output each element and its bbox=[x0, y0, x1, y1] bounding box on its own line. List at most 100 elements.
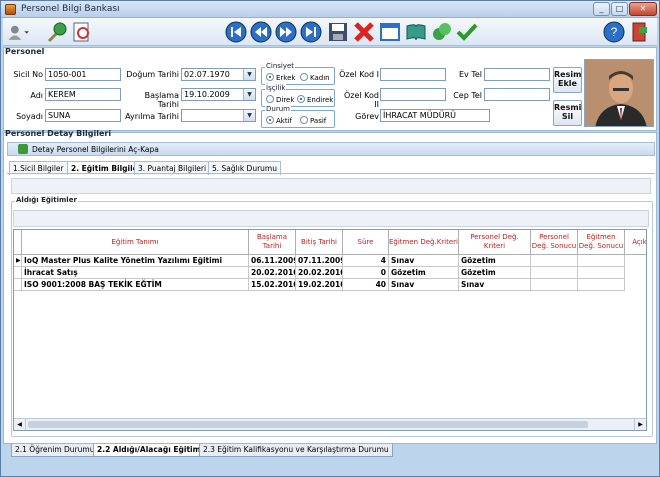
table-cell[interactable]: Sınav bbox=[389, 255, 459, 267]
row-indicator-header bbox=[14, 230, 22, 255]
exit-icon[interactable] bbox=[629, 21, 651, 43]
last-record-icon[interactable] bbox=[300, 21, 322, 43]
table-cell[interactable] bbox=[578, 267, 625, 279]
pasif-label: Pasif bbox=[310, 117, 327, 125]
next-record-icon[interactable] bbox=[275, 21, 297, 43]
table-cell[interactable]: 4 bbox=[343, 255, 389, 267]
search-user-icon[interactable] bbox=[47, 21, 69, 43]
aktif-radio[interactable]: Aktif bbox=[266, 116, 292, 125]
kadin-label: Kadın bbox=[310, 74, 330, 82]
personnel-photo bbox=[584, 59, 654, 127]
cep-tel-label: Cep Tel bbox=[453, 91, 482, 100]
first-record-icon[interactable] bbox=[225, 21, 247, 43]
tab-divider bbox=[7, 173, 655, 174]
cep-tel-field[interactable] bbox=[484, 88, 550, 101]
table-cell[interactable]: 06.11.2009 bbox=[249, 255, 296, 267]
user-menu-icon[interactable] bbox=[7, 21, 35, 43]
adi-field[interactable]: KEREM bbox=[45, 88, 121, 101]
kadin-radio[interactable]: Kadın bbox=[300, 73, 330, 82]
previous-record-icon[interactable] bbox=[250, 21, 272, 43]
delete-icon[interactable] bbox=[353, 21, 375, 43]
table-cell[interactable]: Gözetim bbox=[459, 267, 531, 279]
radio-icon bbox=[300, 116, 308, 124]
direk-radio[interactable]: Direk bbox=[266, 95, 294, 104]
baslama-date-picker[interactable]: 19.10.2009 ▼ bbox=[181, 88, 256, 101]
cinsiyet-legend: Cinsiyet bbox=[265, 62, 296, 70]
table-cell[interactable]: Sınav bbox=[459, 279, 531, 291]
radio-checked-icon bbox=[266, 116, 274, 124]
gorev-field[interactable]: İHRACAT MÜDÜRÜ bbox=[380, 109, 490, 122]
col-header-bitis[interactable]: Bitiş Tarihi bbox=[296, 230, 343, 255]
maximize-button[interactable]: □ bbox=[611, 2, 628, 16]
pasif-radio[interactable]: Pasif bbox=[300, 116, 326, 125]
table-cell[interactable]: 15.02.2010 bbox=[249, 279, 296, 291]
table-cell[interactable]: Gözetim bbox=[459, 255, 531, 267]
ev-tel-field[interactable] bbox=[484, 68, 550, 81]
book-icon[interactable] bbox=[405, 21, 427, 43]
check-icon[interactable] bbox=[456, 21, 478, 43]
table-cell[interactable]: Gözetim bbox=[389, 267, 459, 279]
minimize-button[interactable]: _ bbox=[593, 2, 610, 16]
chevron-down-icon[interactable]: ▼ bbox=[243, 110, 255, 121]
table-cell[interactable]: İhracat Satış bbox=[22, 267, 249, 279]
scroll-right-icon[interactable]: ▶ bbox=[634, 419, 646, 430]
table-cell[interactable]: 0 bbox=[343, 267, 389, 279]
ayrilma-date-picker[interactable]: ▼ bbox=[181, 109, 256, 122]
scrollbar-thumb[interactable] bbox=[28, 421, 588, 428]
col-header-aciklama[interactable]: Açık bbox=[625, 230, 646, 255]
chevron-down-icon[interactable]: ▼ bbox=[243, 89, 255, 100]
horizontal-scrollbar[interactable]: ◀ ▶ bbox=[14, 418, 646, 430]
col-header-egitmen-sonuc[interactable]: Eğitmen Değ. Sonucu bbox=[578, 230, 625, 255]
endirek-radio[interactable]: Endirek bbox=[297, 95, 333, 104]
table-cell[interactable]: 40 bbox=[343, 279, 389, 291]
radio-icon bbox=[266, 95, 274, 103]
tab-aldigi-egitimler[interactable]: 2.2 Aldığı/Alacağı Eğitimler bbox=[93, 444, 216, 457]
refresh-icon[interactable] bbox=[431, 21, 453, 43]
ozel-kod-1-field[interactable] bbox=[380, 68, 446, 81]
table-cell[interactable] bbox=[578, 279, 625, 291]
ozel-kod-1-label: Özel Kod I bbox=[339, 70, 379, 79]
scroll-left-icon[interactable]: ◀ bbox=[14, 419, 26, 430]
resim-ekle-button[interactable]: Resim Ekle bbox=[553, 67, 582, 93]
radio-checked-icon bbox=[266, 73, 274, 81]
tab-kalifikasyon[interactable]: 2.3 Eğitim Kalifikasyonu ve Karşılaştırm… bbox=[199, 444, 393, 457]
table-cell[interactable]: IoQ Master Plus Kalite Yönetim Yazılımı … bbox=[22, 255, 249, 267]
personel-section-title: Personel bbox=[5, 47, 45, 56]
tab-ogrenim[interactable]: 2.1 Öğrenim Durumu bbox=[11, 444, 99, 457]
col-header-egitmen-kriter[interactable]: Eğitmen Değ.Kriteri bbox=[389, 230, 459, 255]
col-header-sure[interactable]: Süre bbox=[343, 230, 389, 255]
table-cell[interactable] bbox=[578, 255, 625, 267]
soyadi-field[interactable]: SUNA bbox=[45, 109, 121, 122]
help-icon[interactable]: ? bbox=[603, 21, 625, 43]
table-cell[interactable]: 20.02.2010 bbox=[296, 267, 343, 279]
chevron-down-icon[interactable]: ▼ bbox=[243, 69, 255, 80]
table-cell[interactable]: 07.11.2009 bbox=[296, 255, 343, 267]
close-button[interactable]: ✕ bbox=[629, 2, 657, 16]
erkek-label: Erkek bbox=[276, 74, 296, 82]
report-search-icon[interactable] bbox=[71, 21, 93, 43]
col-header-personel-sonuc[interactable]: Personel Değ. Sonucu bbox=[531, 230, 578, 255]
sicil-label: Sicil No bbox=[13, 70, 43, 79]
table-cell[interactable]: 19.02.2010 bbox=[296, 279, 343, 291]
sicil-field[interactable]: 1050-001 bbox=[45, 68, 121, 81]
dogum-date-picker[interactable]: 02.07.1970 ▼ bbox=[181, 68, 256, 81]
ozel-kod-2-field[interactable] bbox=[380, 88, 446, 101]
toolbar: ? bbox=[3, 18, 657, 46]
current-row-icon: ▶ bbox=[14, 255, 22, 267]
table-cell[interactable] bbox=[531, 255, 578, 267]
detay-toggle-bar[interactable]: Detay Personel Bilgilerini Aç-Kapa bbox=[7, 142, 655, 156]
table-cell[interactable]: 20.02.2010 bbox=[249, 267, 296, 279]
window-icon[interactable] bbox=[379, 21, 401, 43]
table-cell[interactable]: ISO 9001:2008 BAŞ TEKİK EĞTİM bbox=[22, 279, 249, 291]
table-cell[interactable]: Sınav bbox=[389, 279, 459, 291]
resim-sil-button[interactable]: Resmi Sil bbox=[553, 100, 582, 126]
save-icon[interactable] bbox=[327, 21, 349, 43]
table-cell[interactable] bbox=[531, 267, 578, 279]
table-cell[interactable] bbox=[531, 279, 578, 291]
col-header-personel-kriter[interactable]: Personel Değ. Kriteri bbox=[459, 230, 531, 255]
grid-group-panel bbox=[13, 210, 649, 227]
col-header-tanim[interactable]: Eğitim Tanımı bbox=[22, 230, 249, 255]
col-header-baslama[interactable]: Başlama Tarihi bbox=[249, 230, 296, 255]
radio-checked-icon bbox=[297, 95, 305, 103]
erkek-radio[interactable]: Erkek bbox=[266, 73, 295, 82]
